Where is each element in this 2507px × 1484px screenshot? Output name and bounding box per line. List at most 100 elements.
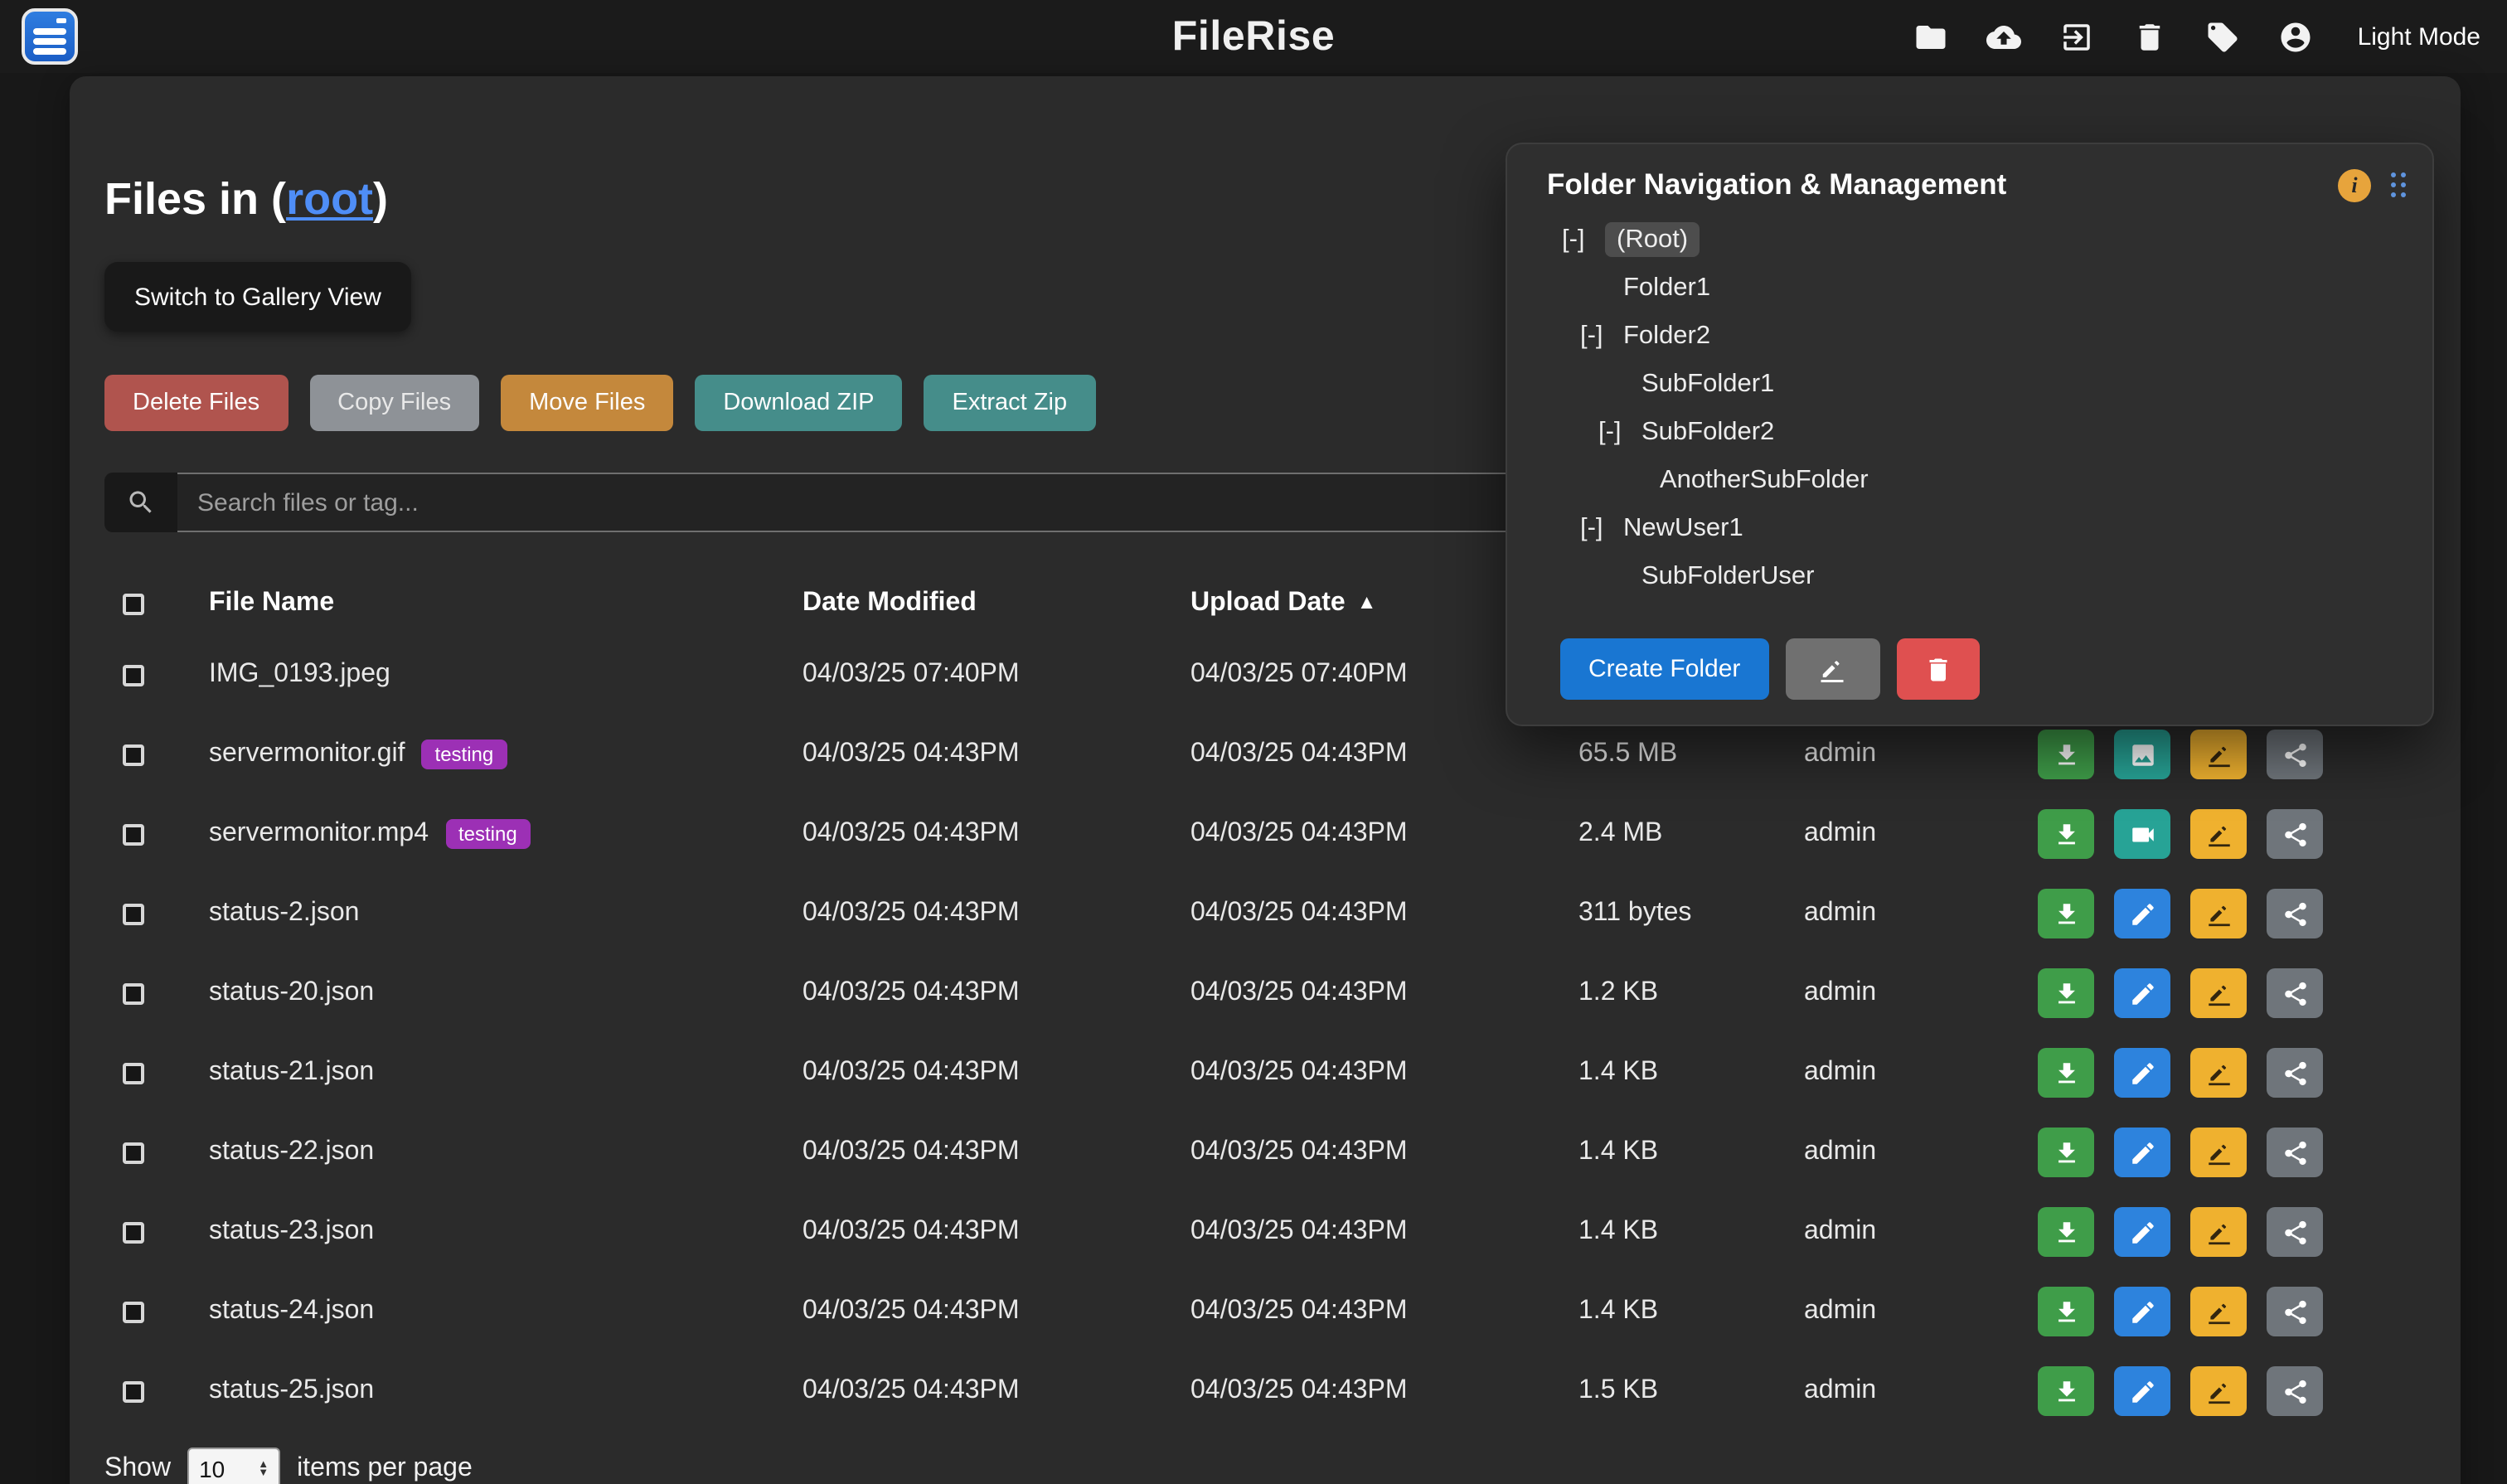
row-checkbox[interactable] bbox=[123, 1301, 144, 1322]
app-logo-icon[interactable] bbox=[22, 8, 78, 65]
column-date-modified[interactable]: Date Modified bbox=[803, 589, 1190, 618]
download-zip-button[interactable]: Download ZIP bbox=[695, 375, 902, 431]
edit-file-button[interactable] bbox=[2114, 1366, 2170, 1416]
edit-file-button[interactable] bbox=[2114, 1287, 2170, 1336]
tree-item-anothersubfolder[interactable]: AnotherSubFolder bbox=[1507, 456, 2432, 504]
tree-item-subfolderuser[interactable]: SubFolderUser bbox=[1507, 552, 2432, 600]
edit-file-button[interactable] bbox=[2114, 968, 2170, 1018]
row-checkbox[interactable] bbox=[123, 1062, 144, 1084]
edit-icon bbox=[2128, 1297, 2156, 1326]
rename-folder-button[interactable] bbox=[1785, 638, 1879, 700]
share-button[interactable] bbox=[2267, 730, 2323, 779]
collapse-toggle[interactable]: [-] bbox=[1580, 312, 1623, 360]
share-button[interactable] bbox=[2267, 809, 2323, 859]
file-name[interactable]: status-20.json bbox=[209, 978, 374, 1008]
rename-button[interactable] bbox=[2190, 1128, 2247, 1177]
row-checkbox[interactable] bbox=[123, 823, 144, 845]
download-button[interactable] bbox=[2038, 1207, 2094, 1257]
preview-video-button[interactable] bbox=[2114, 809, 2170, 859]
share-button[interactable] bbox=[2267, 1366, 2323, 1416]
file-name[interactable]: status-24.json bbox=[209, 1297, 374, 1326]
download-button[interactable] bbox=[2038, 809, 2094, 859]
file-name[interactable]: status-21.json bbox=[209, 1058, 374, 1088]
row-checkbox[interactable] bbox=[123, 903, 144, 924]
gallery-view-button[interactable]: Switch to Gallery View bbox=[104, 262, 411, 332]
logout-icon[interactable] bbox=[2059, 18, 2096, 55]
edit-file-button[interactable] bbox=[2114, 1207, 2170, 1257]
create-folder-button[interactable]: Create Folder bbox=[1560, 638, 1768, 700]
share-button[interactable] bbox=[2267, 1207, 2323, 1257]
delete-files-button[interactable]: Delete Files bbox=[104, 375, 288, 431]
theme-toggle[interactable]: Light Mode bbox=[2358, 22, 2480, 51]
download-button[interactable] bbox=[2038, 968, 2094, 1018]
share-button[interactable] bbox=[2267, 968, 2323, 1018]
rename-button[interactable] bbox=[2190, 730, 2247, 779]
edit-file-button[interactable] bbox=[2114, 889, 2170, 938]
tree-item-subfolder2[interactable]: [-]SubFolder2 bbox=[1507, 408, 2432, 456]
select-all-checkbox[interactable] bbox=[123, 593, 144, 614]
cloud-upload-icon[interactable] bbox=[1986, 18, 2023, 55]
row-checkbox[interactable] bbox=[123, 982, 144, 1004]
root-link[interactable]: root bbox=[286, 174, 373, 224]
tree-item-folder1[interactable]: Folder1 bbox=[1507, 264, 2432, 312]
tree-item-newuser1[interactable]: [-]NewUser1 bbox=[1507, 504, 2432, 552]
collapse-toggle[interactable]: [-] bbox=[1598, 408, 1641, 456]
file-name[interactable]: servermonitor.gif bbox=[209, 740, 405, 769]
row-checkbox[interactable] bbox=[123, 1142, 144, 1163]
edit-file-button[interactable] bbox=[2114, 1128, 2170, 1177]
download-button[interactable] bbox=[2038, 1048, 2094, 1098]
collapse-toggle[interactable]: [-] bbox=[1580, 504, 1623, 552]
rename-button[interactable] bbox=[2190, 809, 2247, 859]
share-icon bbox=[2281, 1138, 2309, 1166]
row-checkbox[interactable] bbox=[123, 1380, 144, 1402]
file-name[interactable]: IMG_0193.jpeg bbox=[209, 660, 390, 690]
edit-file-button[interactable] bbox=[2114, 1048, 2170, 1098]
tree-item-subfolder1[interactable]: SubFolder1 bbox=[1507, 360, 2432, 408]
header-actions: Light Mode bbox=[1913, 18, 2480, 55]
column-file-name[interactable]: File Name bbox=[209, 589, 803, 618]
rename-button[interactable] bbox=[2190, 889, 2247, 938]
share-button[interactable] bbox=[2267, 1128, 2323, 1177]
trash-icon[interactable] bbox=[2132, 18, 2169, 55]
file-name[interactable]: status-25.json bbox=[209, 1376, 374, 1406]
preview-image-button[interactable] bbox=[2114, 730, 2170, 779]
share-button[interactable] bbox=[2267, 1048, 2323, 1098]
rename-button[interactable] bbox=[2190, 1366, 2247, 1416]
items-per-page-select[interactable]: 10 ▲▼ bbox=[187, 1448, 280, 1484]
download-button[interactable] bbox=[2038, 730, 2094, 779]
move-files-button[interactable]: Move Files bbox=[501, 375, 673, 431]
tag-icon[interactable] bbox=[2205, 18, 2242, 55]
file-name[interactable]: status-22.json bbox=[209, 1137, 374, 1167]
collapse-toggle[interactable]: [-] bbox=[1562, 216, 1605, 264]
file-name[interactable]: servermonitor.mp4 bbox=[209, 819, 429, 849]
download-button[interactable] bbox=[2038, 889, 2094, 938]
delete-folder-button[interactable] bbox=[1896, 638, 1979, 700]
row-checkbox[interactable] bbox=[123, 744, 144, 765]
rename-icon bbox=[2204, 740, 2233, 769]
row-checkbox[interactable] bbox=[123, 664, 144, 686]
share-button[interactable] bbox=[2267, 1287, 2323, 1336]
info-icon[interactable]: i bbox=[2338, 168, 2371, 201]
rename-button[interactable] bbox=[2190, 1287, 2247, 1336]
extract-zip-button[interactable]: Extract Zip bbox=[924, 375, 1096, 431]
share-icon bbox=[2281, 900, 2309, 928]
rename-button[interactable] bbox=[2190, 968, 2247, 1018]
account-icon[interactable] bbox=[2278, 18, 2315, 55]
drag-handle-icon[interactable] bbox=[2391, 172, 2406, 197]
folder-tree: [-](Root) Folder1 [-]Folder2 SubFolder1 … bbox=[1507, 216, 2432, 600]
rename-button[interactable] bbox=[2190, 1048, 2247, 1098]
rename-button[interactable] bbox=[2190, 1207, 2247, 1257]
download-button[interactable] bbox=[2038, 1287, 2094, 1336]
folder-icon[interactable] bbox=[1913, 18, 1950, 55]
file-name[interactable]: status-2.json bbox=[209, 899, 359, 929]
download-button[interactable] bbox=[2038, 1128, 2094, 1177]
copy-files-button[interactable]: Copy Files bbox=[309, 375, 479, 431]
file-name[interactable]: status-23.json bbox=[209, 1217, 374, 1247]
download-button[interactable] bbox=[2038, 1366, 2094, 1416]
search-input[interactable] bbox=[177, 473, 1587, 532]
search-button[interactable] bbox=[104, 473, 177, 532]
tree-item-folder2[interactable]: [-]Folder2 bbox=[1507, 312, 2432, 360]
row-checkbox[interactable] bbox=[123, 1221, 144, 1243]
share-button[interactable] bbox=[2267, 889, 2323, 938]
tree-item-root[interactable]: [-](Root) bbox=[1507, 216, 2432, 264]
